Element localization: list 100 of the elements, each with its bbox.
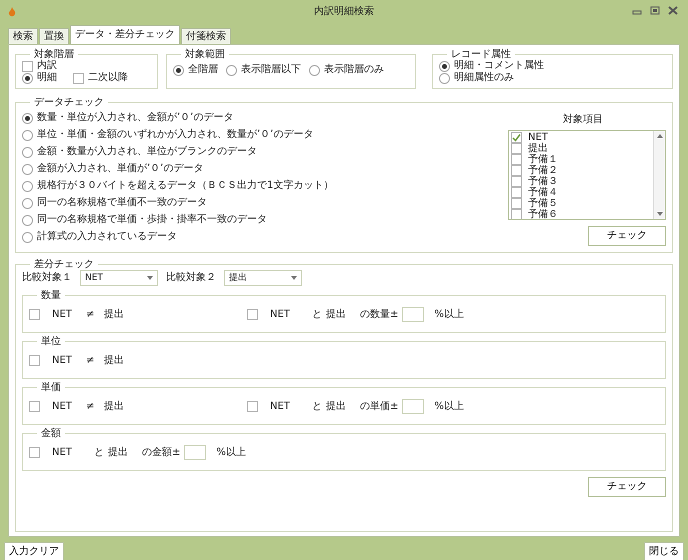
compare-label: 比較対象１ <box>22 272 72 284</box>
radio-label: 金額・数量が入力され、単位がブランクのデータ <box>37 146 257 158</box>
group-title: 単位 <box>40 336 62 347</box>
item-name: 提出 <box>104 354 124 366</box>
checkbox-label: 内訳 <box>37 60 57 72</box>
dropdown[interactable]: 提出 <box>224 270 302 286</box>
radio-button[interactable] <box>439 72 450 84</box>
radio-label: 表示階層のみ <box>324 64 384 76</box>
radio-button[interactable] <box>22 72 33 84</box>
radio-button[interactable] <box>22 146 33 158</box>
item-name: NET <box>270 400 291 412</box>
percent-field[interactable] <box>184 445 206 460</box>
group-title: 対象階層 <box>33 49 75 60</box>
radio-label: 金額が入力され、単価が’０’のデータ <box>37 163 204 175</box>
checkbox[interactable] <box>29 309 40 320</box>
clear-button[interactable]: 入力クリア <box>4 542 64 560</box>
suffix-label: の単価± <box>360 400 398 412</box>
percent-field[interactable] <box>402 399 424 414</box>
radio-button[interactable] <box>226 64 237 76</box>
radio-label: 明細 <box>37 72 57 84</box>
radio-label: 表示階層以下 <box>241 64 301 76</box>
list-item-label: 予備２ <box>528 164 558 176</box>
caret-icon[interactable] <box>291 276 297 280</box>
radio-label: 規格行が３０バイトを超えるデータ（ＢＣＳ出力で1文字カット） <box>37 180 334 192</box>
checkbox[interactable] <box>511 132 522 143</box>
checkbox[interactable] <box>511 176 522 187</box>
group-title: 金額 <box>40 428 62 439</box>
checkbox[interactable] <box>247 401 258 412</box>
checkbox[interactable] <box>511 165 522 176</box>
checkbox[interactable] <box>22 60 33 72</box>
checkbox[interactable] <box>511 143 522 154</box>
flame-icon <box>8 7 16 17</box>
tab[interactable]: データ・差分チェック <box>70 25 180 44</box>
radio-button[interactable] <box>22 180 33 192</box>
list-item-label: 予備６ <box>528 208 558 219</box>
unit-label: %以上 <box>434 308 464 320</box>
dropdown-value: 提出 <box>229 272 247 284</box>
radio-label: 数量・単位が入力され、金額が’０’のデータ <box>37 112 234 124</box>
tab[interactable]: 付箋検索 <box>181 28 231 44</box>
dropdown-value: NET <box>85 272 103 284</box>
checkbox[interactable] <box>511 209 522 219</box>
list-item-label: 予備４ <box>528 186 558 198</box>
scroll-down-icon[interactable] <box>656 212 662 216</box>
list-item-label: 予備５ <box>528 198 558 209</box>
operator: と <box>312 308 323 320</box>
checkbox[interactable] <box>29 355 40 366</box>
group-title: 単価 <box>40 382 62 393</box>
item-name: 提出 <box>326 308 347 320</box>
dropdown[interactable]: NET <box>80 270 158 286</box>
list-item-label: 予備１ <box>528 154 558 165</box>
radio-button[interactable] <box>173 64 184 76</box>
radio-label: 単位・単価・金額のいずれかが入力され、数量が’０’のデータ <box>37 129 314 141</box>
caret-icon[interactable] <box>147 276 153 280</box>
window-title: 内訳明細検索 <box>314 6 374 18</box>
check-button[interactable]: チェック <box>588 226 666 246</box>
item-name: 提出 <box>326 400 347 412</box>
unit-label: %以上 <box>434 400 464 412</box>
radio-label: 明細・コメント属性 <box>454 60 544 72</box>
checkbox[interactable] <box>73 72 84 84</box>
radio-button[interactable] <box>22 232 33 242</box>
item-name: NET <box>270 308 291 320</box>
radio-button[interactable] <box>309 64 320 76</box>
radio-label: 明細属性のみ <box>454 72 514 84</box>
suffix-label: の金額± <box>142 446 180 458</box>
scrollbar[interactable] <box>653 131 665 219</box>
operator: と <box>312 400 323 412</box>
checkbox[interactable] <box>511 198 522 209</box>
checkbox[interactable] <box>511 154 522 165</box>
checkbox[interactable] <box>29 401 40 412</box>
item-name: 提出 <box>104 308 124 320</box>
item-name: 提出 <box>104 400 124 412</box>
group-title: 対象範囲 <box>184 49 226 60</box>
list-heading: 対象項目 <box>563 114 603 126</box>
radio-button[interactable] <box>22 198 33 208</box>
tab[interactable]: 置換 <box>39 28 69 44</box>
maximize-icon[interactable] <box>650 6 660 15</box>
check-button[interactable]: チェック <box>588 477 666 497</box>
item-list[interactable]: NET 提出 予備１ 予備２ 予備３ 予備４ 予備５ 予備６ <box>508 130 666 220</box>
item-name: NET <box>52 308 73 320</box>
checkbox[interactable] <box>29 447 40 458</box>
group-title: レコード属性 <box>450 49 512 60</box>
item-name: NET <box>52 446 73 458</box>
close-icon[interactable] <box>668 6 678 15</box>
radio-button[interactable] <box>22 112 33 124</box>
scroll-up-icon[interactable] <box>656 134 662 138</box>
radio-button[interactable] <box>22 164 33 174</box>
group-title: 数量 <box>40 290 62 301</box>
unit-label: %以上 <box>216 446 246 458</box>
checkbox[interactable] <box>247 309 258 320</box>
tab[interactable]: 検索 <box>8 28 38 44</box>
radio-button[interactable] <box>439 60 450 72</box>
percent-field[interactable] <box>402 307 424 322</box>
compare-label: 比較対象２ <box>166 272 216 284</box>
operator: ≠ <box>86 400 96 412</box>
close-button[interactable]: 閉じる <box>644 542 684 560</box>
operator: ≠ <box>86 308 96 320</box>
group-title: 差分チェック <box>33 259 95 270</box>
radio-button[interactable] <box>22 214 33 226</box>
checkbox[interactable] <box>511 187 522 198</box>
radio-button[interactable] <box>22 130 33 140</box>
